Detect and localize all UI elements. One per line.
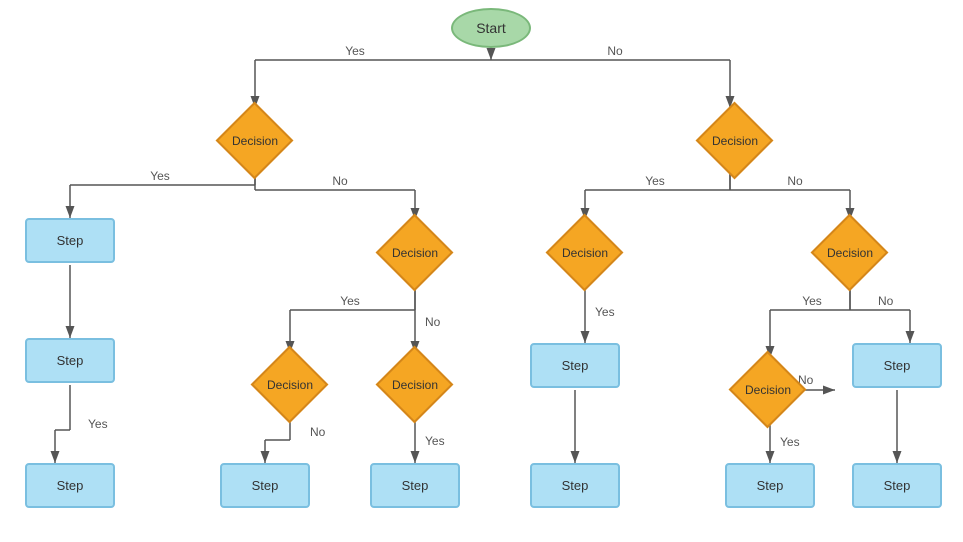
step8-label: Step [562,478,589,493]
step9-label: Step [757,478,784,493]
step4-label: Step [884,358,911,373]
step5-label: Step [57,478,84,493]
svg-text:Yes: Yes [802,294,822,308]
step1-label: Step [57,233,84,248]
svg-text:Yes: Yes [645,174,665,188]
step7-node: Step [370,463,460,508]
step4-node: Step [852,343,942,388]
step3-node: Step [530,343,620,388]
svg-text:Yes: Yes [425,434,445,448]
step2-label: Step [57,353,84,368]
step9-node: Step [725,463,815,508]
svg-text:No: No [425,315,441,329]
svg-text:Yes: Yes [340,294,360,308]
step10-label: Step [884,478,911,493]
svg-text:No: No [787,174,803,188]
svg-text:Yes: Yes [88,417,108,431]
svg-text:No: No [607,44,623,58]
step6-label: Step [252,478,279,493]
start-label: Start [476,20,506,36]
step5-node: Step [25,463,115,508]
step2-node: Step [25,338,115,383]
step7-label: Step [402,478,429,493]
svg-text:No: No [332,174,348,188]
step6-node: Step [220,463,310,508]
svg-text:No: No [878,294,894,308]
svg-text:No: No [310,425,326,439]
start-node: Start [451,8,531,48]
svg-text:No: No [798,373,814,387]
step10-node: Step [852,463,942,508]
svg-text:Yes: Yes [345,44,365,58]
svg-text:Yes: Yes [150,169,170,183]
svg-text:Yes: Yes [780,435,800,449]
step8-node: Step [530,463,620,508]
step1-node: Step [25,218,115,263]
step3-label: Step [562,358,589,373]
svg-text:Yes: Yes [595,305,615,319]
